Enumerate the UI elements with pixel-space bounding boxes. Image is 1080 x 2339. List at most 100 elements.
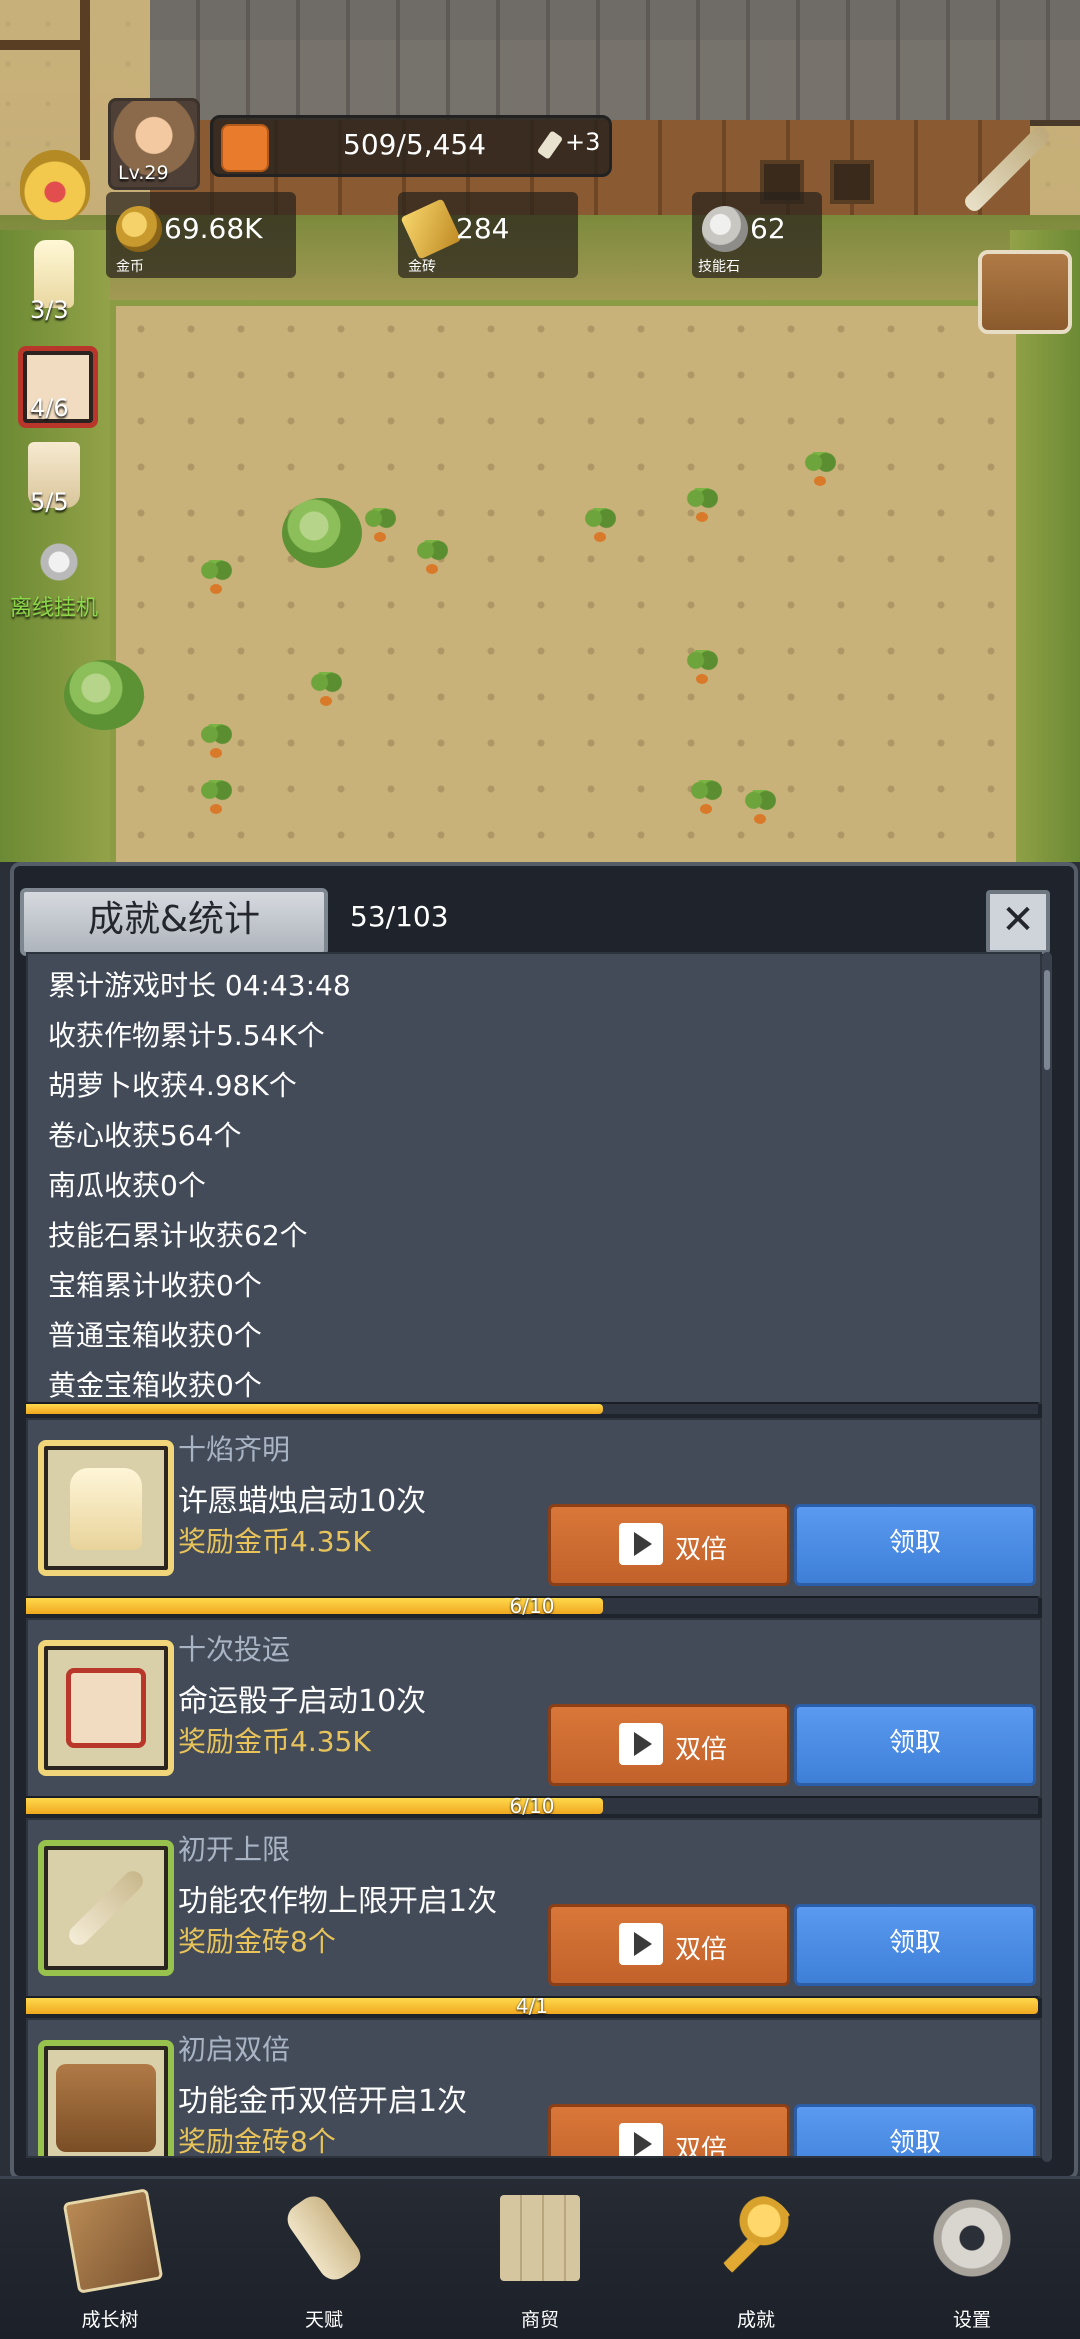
progress-bar: 6/10 [26, 1794, 1038, 1818]
nav-label: 设置 [952, 2309, 991, 2331]
treasure-chest-icon[interactable] [978, 250, 1072, 334]
crown-icon[interactable] [20, 150, 90, 220]
gold-brick-counter: 284 金砖 [398, 192, 578, 278]
double-reward-button[interactable]: 双倍 [548, 1904, 790, 1986]
stat-line: 累计游戏时长 04:43:48 [48, 969, 351, 1002]
energy-bar: 509/5,454 +3 [210, 115, 612, 177]
crop-field[interactable] [110, 300, 1016, 862]
energy-icon [221, 124, 269, 172]
map-icon [500, 2195, 580, 2281]
achievement-progress: 53/103 [350, 900, 449, 933]
stat-line: 技能石累计收获62个 [48, 1219, 308, 1252]
nav-growth-tree[interactable]: 成长树 [40, 2187, 180, 2337]
achievement-reward: 奖励金砖8个 [178, 2125, 336, 2158]
scroll-icon [281, 2190, 367, 2286]
stat-line: 黄金宝箱收获0个 [48, 1369, 262, 1402]
double-reward-button[interactable]: 双倍 [548, 1704, 790, 1786]
player-level: Lv.29 [118, 162, 169, 184]
carrot-crop[interactable] [682, 488, 722, 528]
nav-achievement[interactable]: 成就 [686, 2187, 826, 2337]
gold-brick-value: 284 [456, 212, 510, 245]
achievement-reward: 奖励金币4.35K [178, 1525, 371, 1558]
claim-button[interactable]: 领取 [794, 2104, 1036, 2156]
claim-button[interactable]: 领取 [794, 1904, 1036, 1986]
coin-label: 金币 [116, 259, 144, 275]
double-label: 双倍 [675, 2135, 728, 2158]
video-play-icon [619, 1923, 663, 1965]
progress-text: 4/1 [515, 1994, 549, 2018]
double-reward-button[interactable]: 双倍 [548, 2104, 790, 2158]
skill-stone-value: 62 [750, 212, 786, 245]
wrench-icon[interactable] [24, 530, 94, 594]
carrot-crop[interactable] [686, 780, 726, 820]
farmhouse-window [830, 160, 874, 204]
stat-line: 卷心收获564个 [48, 1119, 242, 1152]
double-reward-button[interactable]: 双倍 [548, 1504, 790, 1586]
progress-bar: 4/1 [26, 1994, 1038, 2018]
cup-count: 5/5 [30, 488, 69, 516]
progress-text: 6/10 [509, 1594, 555, 1618]
scrollbar-thumb[interactable] [1044, 970, 1050, 1070]
game-screen: Lv.29 509/5,454 +3 69.68K 金币 284 金砖 62 技… [0, 0, 1080, 2339]
carrot-crop[interactable] [412, 540, 452, 580]
cabbage-crop[interactable] [64, 660, 144, 730]
stats-list[interactable]: 累计游戏时长 04:43:48 收获作物累计5.54K个 胡萝卜收获4.98K个… [26, 952, 1042, 1404]
nav-talent[interactable]: 天赋 [254, 2187, 394, 2337]
energy-value: 509/5,454 [343, 128, 487, 161]
idle-label[interactable]: 离线挂机 [10, 590, 98, 622]
achievement-reward: 奖励金砖8个 [178, 1925, 336, 1958]
treasure-chest-icon [56, 2064, 156, 2152]
carrot-crop[interactable] [740, 790, 780, 830]
nav-label: 成长树 [81, 2309, 139, 2331]
gear-icon [932, 2195, 1012, 2281]
progress-bar: 6/10 [26, 1594, 1038, 1618]
achievement-desc: 许愿蜡烛启动10次 [178, 1484, 427, 1519]
farm-scene: Lv.29 509/5,454 +3 69.68K 金币 284 金砖 62 技… [0, 0, 1080, 862]
achievement-card: 十焰齐明 许愿蜡烛启动10次 奖励金币4.35K 双倍 领取 [26, 1418, 1042, 1598]
candle-icon [70, 1468, 142, 1550]
carrot-crop[interactable] [580, 508, 620, 548]
stat-line: 普通宝箱收获0个 [48, 1319, 262, 1352]
achievement-title: 初启双倍 [178, 2033, 291, 2066]
dice-count: 4/6 [30, 394, 69, 422]
achievement-icon-frame [38, 1840, 174, 1976]
gold-brick-label: 金砖 [408, 259, 436, 275]
claim-button[interactable]: 领取 [794, 1504, 1036, 1586]
achievement-card: 初启双倍 功能金币双倍开启1次 奖励金砖8个 双倍 领取 [26, 2018, 1042, 2158]
nav-label: 成就 [736, 2309, 775, 2331]
progress-fill [26, 1404, 603, 1414]
close-button[interactable]: ✕ [986, 890, 1050, 954]
scrollbar[interactable] [1042, 952, 1052, 2162]
carrot-crop[interactable] [196, 560, 236, 600]
bottom-nav: 成长树 天赋 商贸 成就 设置 [0, 2176, 1080, 2339]
golden-key-icon [716, 2195, 796, 2281]
broom-icon [536, 130, 564, 160]
achievement-card: 初开上限 功能农作物上限开启1次 奖励金砖8个 双倍 领取 [26, 1818, 1042, 1998]
claim-button[interactable]: 领取 [794, 1704, 1036, 1786]
stat-line: 南瓜收获0个 [48, 1169, 206, 1202]
double-label: 双倍 [675, 1935, 728, 1965]
carrot-crop[interactable] [682, 650, 722, 690]
video-play-icon [619, 1723, 663, 1765]
fence [0, 0, 90, 160]
candle-count: 3/3 [30, 296, 69, 324]
broom-icon [64, 1866, 148, 1950]
achievement-icon-frame [38, 1640, 174, 1776]
nav-settings[interactable]: 设置 [902, 2187, 1042, 2337]
achievement-desc: 功能金币双倍开启1次 [178, 2084, 468, 2119]
nav-trade[interactable]: 商贸 [470, 2187, 610, 2337]
carrot-crop[interactable] [360, 508, 400, 548]
nav-label: 商贸 [520, 2309, 559, 2331]
carrot-crop[interactable] [196, 780, 236, 820]
energy-bonus: +3 [565, 128, 601, 156]
carrot-crop[interactable] [306, 672, 346, 712]
gold-brick-icon [400, 198, 462, 260]
farmhouse-roof-shade [150, 40, 1080, 120]
cabbage-crop[interactable] [282, 498, 362, 568]
panel-header: 成就&统计 53/103 ✕ [20, 888, 1060, 956]
achievement-desc: 功能农作物上限开启1次 [178, 1884, 498, 1919]
stat-line: 收获作物累计5.54K个 [48, 1019, 325, 1052]
carrot-crop[interactable] [196, 724, 236, 764]
progress-bar [26, 1402, 1038, 1414]
carrot-crop[interactable] [800, 452, 840, 492]
